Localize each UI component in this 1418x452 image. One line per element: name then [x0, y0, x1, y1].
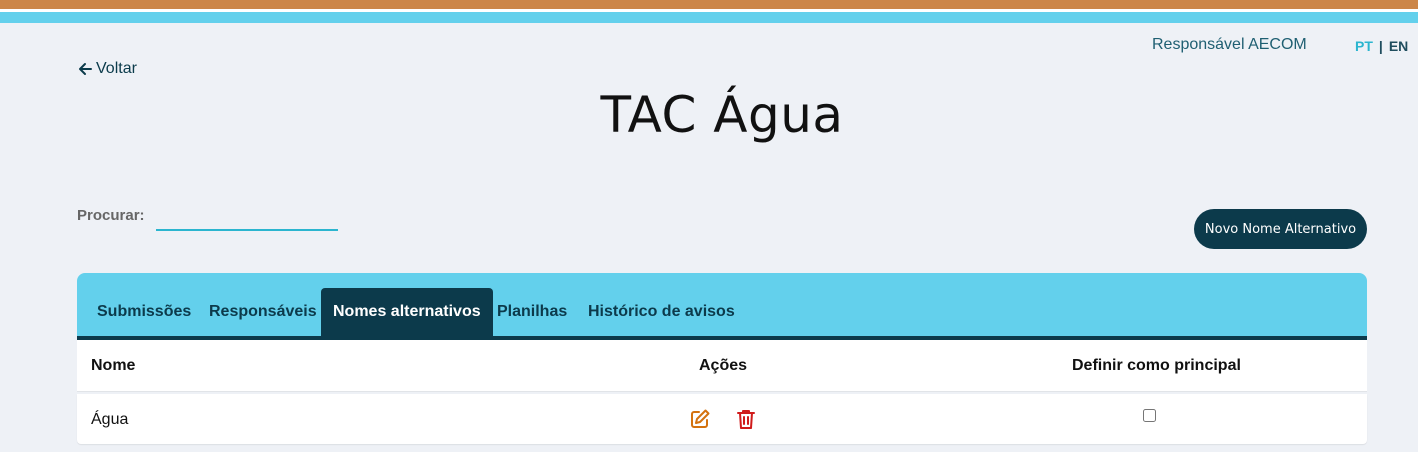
alternative-names-table: Nome Ações Definir como principal Água — [77, 340, 1367, 444]
new-alternative-name-button[interactable]: Novo Nome Alternativo — [1194, 209, 1367, 249]
tab-submissoes[interactable]: Submissões — [97, 288, 191, 336]
tab-planilhas[interactable]: Planilhas — [497, 288, 567, 336]
back-link-label: Voltar — [96, 60, 137, 77]
header-stripe-orange — [0, 0, 1418, 9]
search-input[interactable] — [156, 205, 338, 231]
lang-pt-link[interactable]: PT — [1355, 38, 1373, 54]
tab-responsaveis[interactable]: Responsáveis — [209, 288, 317, 336]
row-name-cell: Água — [91, 411, 129, 428]
column-header-nome: Nome — [91, 357, 136, 374]
header-stripe-blue — [0, 12, 1418, 23]
trash-icon[interactable] — [735, 408, 757, 430]
lang-en-link[interactable]: EN — [1389, 38, 1408, 54]
table-header: Nome Ações Definir como principal — [77, 340, 1367, 392]
table-row: Água — [77, 394, 1367, 444]
tabs-bar: Submissões Responsáveis Nomes alternativ… — [77, 273, 1367, 340]
set-principal-checkbox[interactable] — [1143, 409, 1156, 422]
search-label: Procurar: — [77, 207, 145, 224]
edit-icon[interactable] — [689, 408, 711, 430]
user-role-label: Responsável AECOM — [1152, 36, 1307, 53]
back-link[interactable]: Voltar — [77, 60, 137, 78]
tab-historico-de-avisos[interactable]: Histórico de avisos — [588, 288, 735, 336]
arrow-left-icon — [77, 61, 93, 77]
column-header-acoes: Ações — [699, 357, 748, 374]
page-title: TAC Água — [600, 86, 844, 144]
tab-nomes-alternativos[interactable]: Nomes alternativos — [321, 288, 493, 336]
column-header-principal: Definir como principal — [1072, 357, 1241, 374]
lang-separator: | — [1378, 38, 1383, 54]
language-switcher: PT | EN — [1355, 38, 1408, 54]
